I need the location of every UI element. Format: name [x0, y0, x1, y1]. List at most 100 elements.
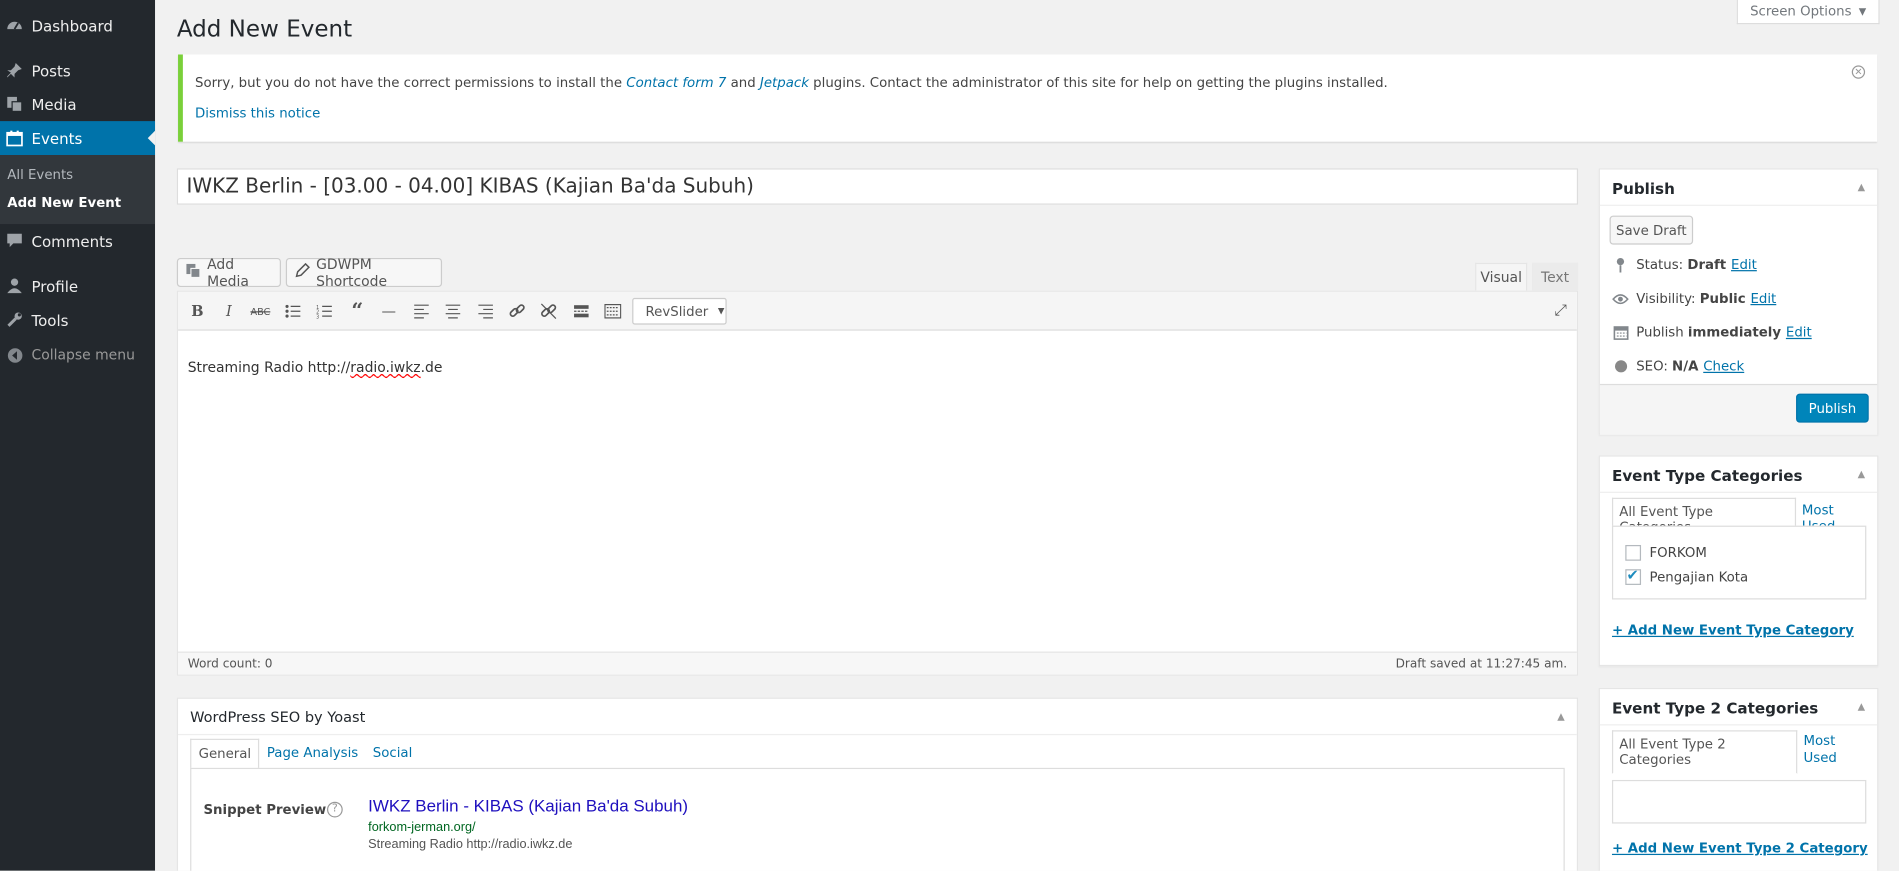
toggle-arrow-icon[interactable]: ▲	[1557, 711, 1564, 722]
pushpin-icon	[6, 62, 23, 79]
menu-media[interactable]: Media	[0, 87, 155, 121]
snippet-title: IWKZ Berlin - KIBAS (Kajian Ba'da Subuh)	[368, 795, 689, 816]
publish-box-header[interactable]: Publish ▲	[1599, 170, 1878, 206]
add-media-button[interactable]: Add Media	[176, 255, 281, 290]
notice-text-start: Sorry, but you do not have the correct p…	[194, 75, 627, 91]
dashboard-icon	[6, 17, 23, 34]
seo-check-link[interactable]: Check	[1703, 358, 1744, 374]
submenu-add-new-event[interactable]: Add New Event	[7, 195, 121, 211]
submenu-all-events[interactable]: All Events	[7, 167, 73, 183]
caret-down-icon: ▼	[717, 306, 725, 317]
snippet-description: Streaming Radio http://radio.iwkz.de	[368, 836, 573, 852]
status-row: Status: Draft Edit	[1612, 257, 1757, 273]
event-type-2-tabs: All Event Type 2 Categories Most Used	[1611, 730, 1866, 774]
calendar-icon	[6, 130, 23, 147]
category-label: FORKOM	[1649, 544, 1707, 561]
bold-icon[interactable]: B	[188, 302, 207, 321]
schedule-edit-link[interactable]: Edit	[1786, 325, 1812, 341]
menu-comments[interactable]: Comments	[0, 224, 155, 258]
seo-value: N/A	[1672, 358, 1699, 375]
checkbox[interactable]	[1625, 544, 1642, 561]
seo-score-dot-icon	[1612, 360, 1629, 373]
event-title-input[interactable]: IWKZ Berlin - [03.00 - 04.00] KIBAS (Kaj…	[176, 168, 1579, 205]
visibility-label: Visibility:	[1636, 290, 1696, 307]
menu-dashboard[interactable]: Dashboard	[0, 8, 155, 42]
wrench-icon	[6, 311, 23, 328]
category-pengajian-kota[interactable]: Pengajian Kota	[1625, 567, 1749, 585]
save-draft-button[interactable]: Save Draft	[1609, 215, 1694, 245]
blockquote-icon[interactable]: “	[348, 299, 367, 323]
event-type-2-header[interactable]: Event Type 2 Categories ▲	[1599, 689, 1878, 726]
category-forkom[interactable]: FORKOM	[1625, 544, 1707, 561]
align-left-icon[interactable]	[412, 302, 431, 321]
bullet-list-icon[interactable]	[283, 302, 302, 321]
menu-profile[interactable]: Profile	[0, 269, 155, 303]
event-type-2-title: Event Type 2 Categories	[1611, 698, 1819, 717]
menu-tools[interactable]: Tools	[0, 303, 155, 337]
seo-box-header[interactable]: WordPress SEO by Yoast ▲	[178, 699, 1577, 736]
menu-events-label: Events	[31, 128, 83, 148]
editor-toolbar: B I ABC 123 “ — RevSlider ▼ ⤢	[178, 291, 1577, 331]
pin-icon	[1612, 257, 1629, 273]
calendar-icon	[1612, 325, 1629, 341]
tab-text[interactable]: Text	[1532, 262, 1579, 291]
toggle-arrow-icon[interactable]: ▲	[1858, 469, 1865, 480]
event-type-title: Event Type Categories	[1611, 466, 1803, 485]
visibility-edit-link[interactable]: Edit	[1750, 291, 1776, 307]
menu-events[interactable]: Events	[0, 121, 156, 156]
event-type-header[interactable]: Event Type Categories ▲	[1599, 457, 1878, 493]
numbered-list-icon[interactable]: 123	[315, 302, 334, 321]
editor-text-start: Streaming Radio http://	[187, 358, 351, 376]
fullscreen-icon[interactable]: ⤢	[1555, 302, 1568, 320]
editor-content[interactable]: Streaming Radio http://radio.iwkz.de	[188, 358, 443, 375]
menu-dashboard-label: Dashboard	[31, 16, 113, 35]
toggle-arrow-icon[interactable]: ▲	[1858, 182, 1865, 193]
snippet-url: forkom-jerman.org/	[368, 819, 476, 835]
gdwpm-shortcode-button[interactable]: GDWPM Shortcode	[285, 256, 443, 289]
category-label: Pengajian Kota	[1649, 569, 1749, 585]
horizontal-line-icon[interactable]: —	[379, 302, 398, 321]
add-new-event-type-2-link[interactable]: + Add New Event Type 2 Category	[1612, 841, 1868, 857]
publish-button[interactable]: Publish	[1796, 393, 1869, 423]
eye-icon	[1612, 292, 1629, 304]
tab-visual[interactable]: Visual	[1475, 262, 1528, 291]
seo-tab-social[interactable]: Social	[366, 739, 420, 769]
toggle-arrow-icon[interactable]: ▲	[1858, 701, 1865, 712]
align-right-icon[interactable]	[476, 302, 495, 321]
menu-media-label: Media	[31, 95, 77, 114]
screen-options-button[interactable]: Screen Options ▼	[1736, 0, 1880, 25]
help-icon[interactable]: ?	[326, 801, 343, 818]
align-center-icon[interactable]	[443, 302, 462, 321]
tab-all-event-type-2-categories[interactable]: All Event Type 2 Categories	[1611, 730, 1798, 774]
link-icon[interactable]	[507, 302, 526, 321]
event-type-2-categories-box: Event Type 2 Categories ▲ All Event Type…	[1598, 687, 1879, 871]
revslider-dropdown[interactable]: RevSlider ▼	[632, 297, 727, 325]
status-edit-link[interactable]: Edit	[1731, 257, 1757, 273]
close-icon[interactable]: ✕	[1851, 65, 1866, 79]
seo-tab-general[interactable]: General	[190, 738, 260, 770]
dismiss-notice-link[interactable]: Dismiss this notice	[195, 105, 320, 121]
admin-sidebar: Dashboard Posts Media Events All Events …	[0, 0, 156, 871]
collapse-menu[interactable]: Collapse menu	[0, 338, 155, 372]
publish-box: Publish ▲ Save Draft Status: Draft Edit V…	[1598, 168, 1879, 435]
unlink-icon[interactable]	[539, 302, 558, 321]
add-media-label: Add Media	[207, 255, 249, 290]
toolbar-toggle-icon[interactable]	[603, 302, 622, 321]
menu-posts[interactable]: Posts	[0, 53, 155, 87]
jetpack-link[interactable]: Jetpack	[760, 75, 809, 91]
tab-most-used[interactable]: Most Used	[1797, 730, 1866, 774]
read-more-icon[interactable]	[572, 302, 591, 321]
checkbox-checked[interactable]	[1625, 567, 1642, 585]
media-icon	[185, 263, 201, 282]
page-title: Add New Event	[176, 15, 353, 43]
add-new-event-type-link[interactable]: + Add New Event Type Category	[1612, 623, 1854, 639]
visibility-value: Public	[1699, 290, 1746, 307]
strikethrough-icon[interactable]: ABC	[250, 302, 270, 321]
italic-icon[interactable]: I	[219, 302, 238, 321]
seo-tab-page-analysis[interactable]: Page Analysis	[260, 739, 366, 769]
menu-comments-label: Comments	[31, 231, 113, 251]
seo-box-title: WordPress SEO by Yoast	[190, 708, 366, 726]
seo-label: SEO:	[1636, 358, 1668, 375]
contact-form-link[interactable]: Contact form 7	[626, 75, 726, 91]
editor-text-end: .de	[420, 358, 443, 376]
